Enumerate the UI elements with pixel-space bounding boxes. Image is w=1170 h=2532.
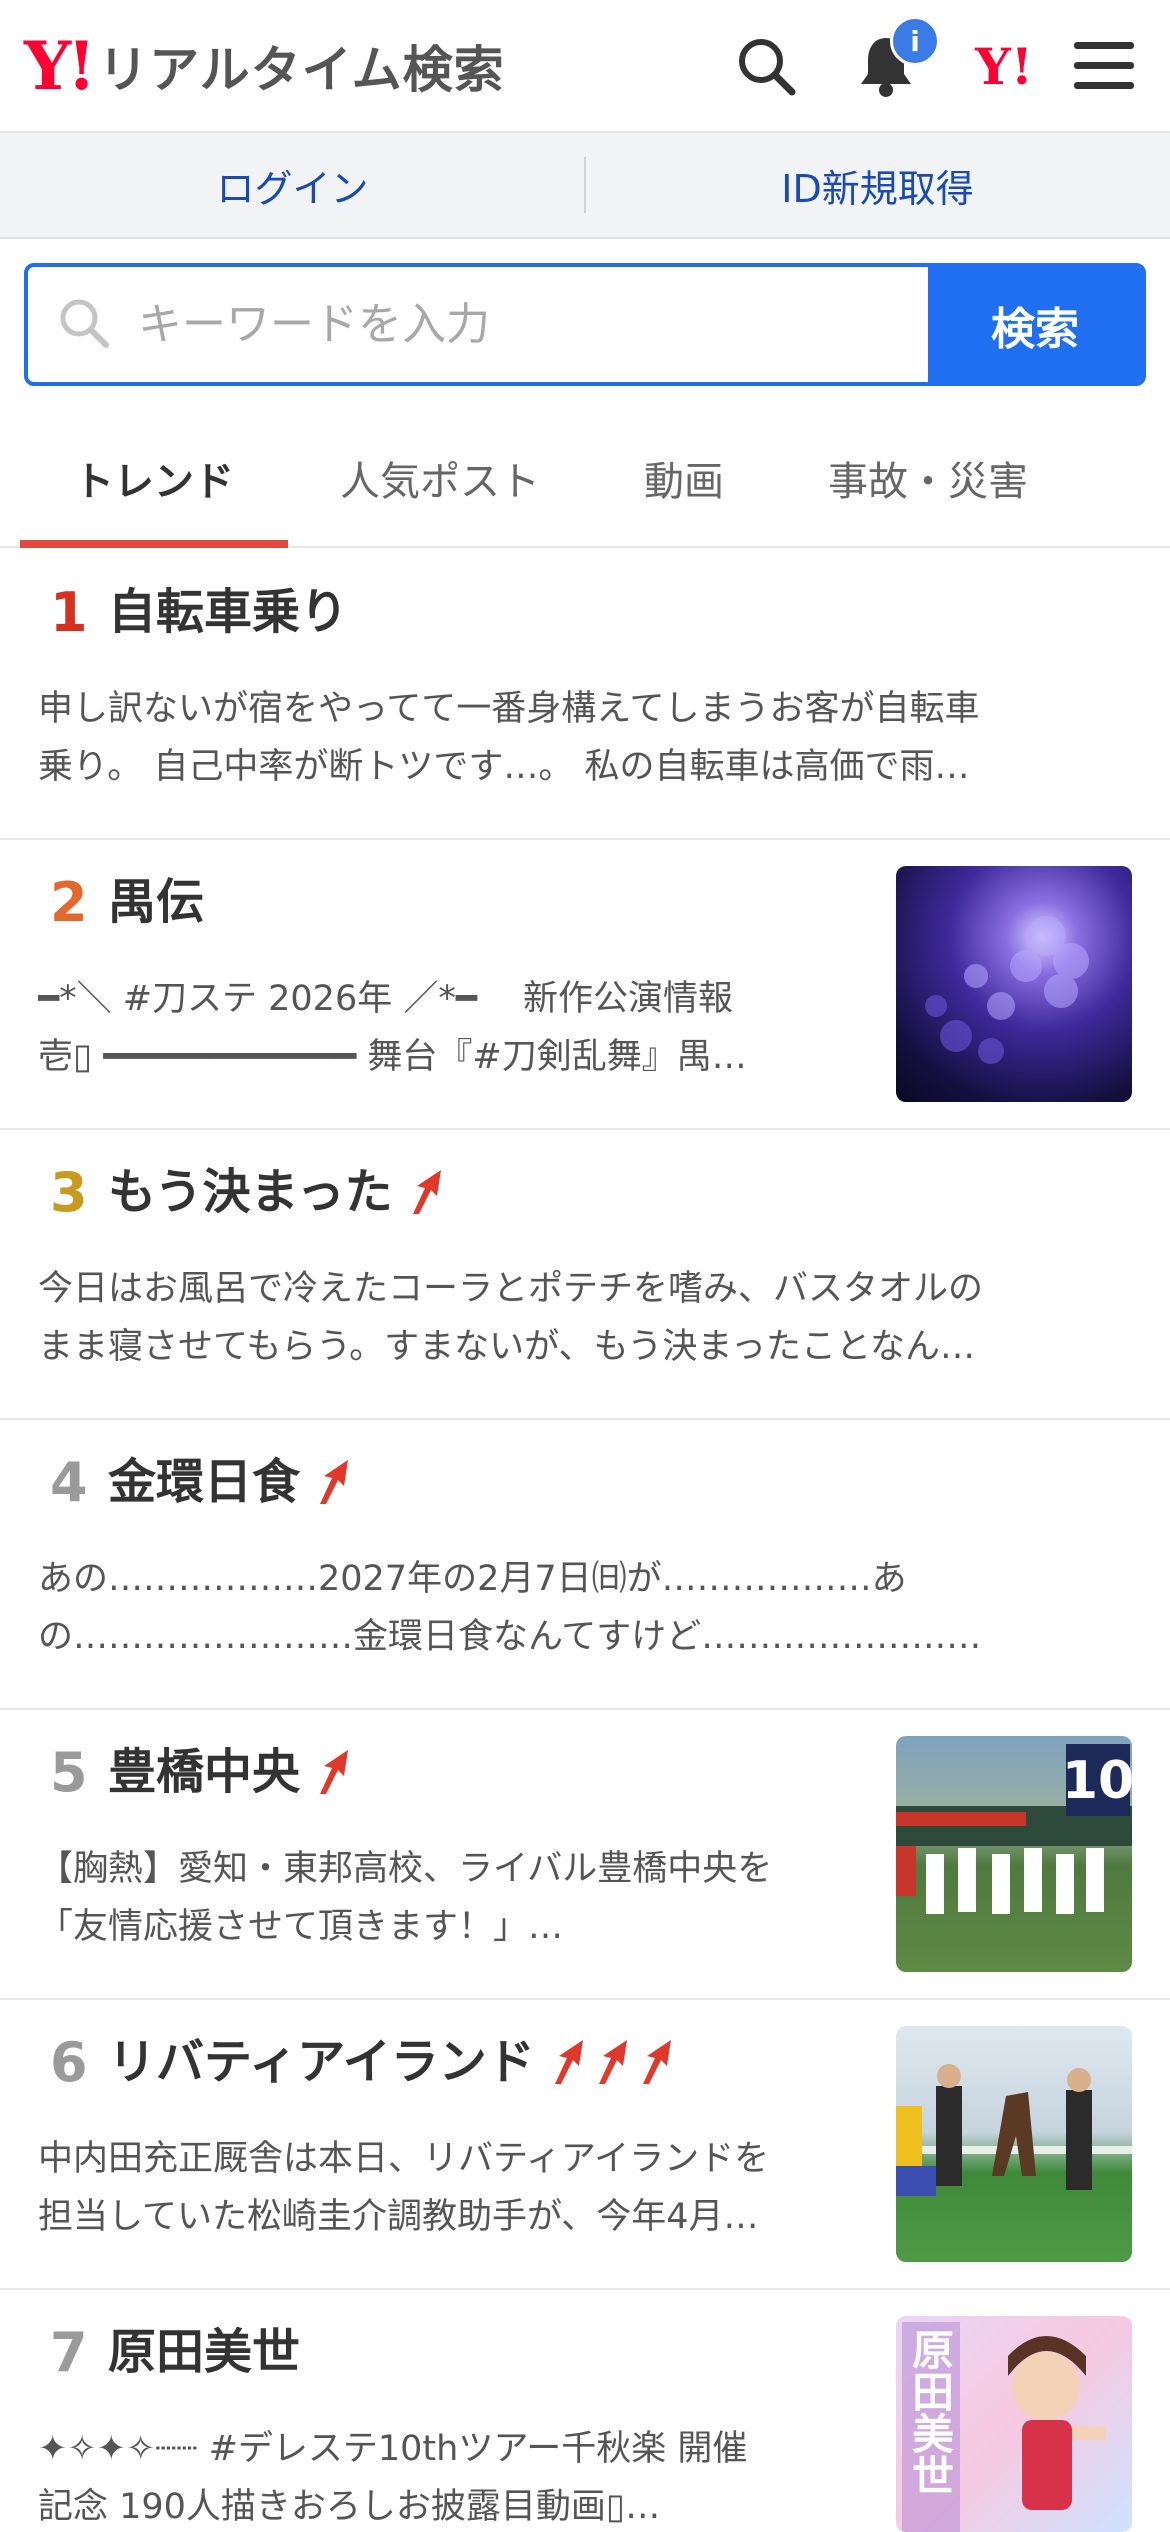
signup-link[interactable]: ID新規取得 [585, 133, 1170, 237]
snippet-line: 中内田充正厩舎は本日、リバティアイランドを [38, 2139, 770, 2179]
trend-rising-indicator [405, 1168, 449, 1216]
trend-snippet: ━*＼ #刀ステ 2026年 ／*━ 新作公演情報 壱▯ ━━━━━━━━━━━… [38, 970, 868, 1086]
trend-up-arrow-icon [320, 1750, 349, 1794]
search-button[interactable]: 検索 [928, 267, 1142, 382]
trend-title: 原田美世 [108, 2328, 300, 2376]
hamburger-menu-icon[interactable] [1066, 28, 1142, 104]
yahoo-logo-mark: Y! [24, 27, 96, 105]
trend-title: もう決まった [108, 1168, 449, 1216]
rank-number: 7 [50, 2321, 88, 2384]
snippet-line: 担当していた松崎圭介調教助手が、今年4月… [38, 2197, 759, 2237]
app-header: Y! リアルタイム検索 i Y! [0, 0, 1170, 133]
trend-title-text: 自転車乗り [108, 584, 349, 640]
trend-snippet: 申し訳ないが宿をやってて一番身構えてしまうお客が自転車 乗り。 自己中率が断トツ… [38, 680, 1138, 796]
trend-up-arrow-icon [320, 1460, 349, 1504]
yj-mark: Y! [975, 36, 1033, 96]
trend-item[interactable]: 2 禺伝 ━*＼ #刀ステ 2026年 ／*━ 新作公演情報 壱▯ ━━━━━━… [0, 840, 1170, 1130]
trend-item[interactable]: 5 豊橋中央 【胸熱】愛知・東邦高校、ライバル豊橋中央を 「友情応援させて頂きま… [0, 1710, 1170, 2000]
tab-accidents-disasters[interactable]: 事故・災害 [800, 410, 1056, 546]
snippet-line: あの………………2027年の2月7日㈰が………………あ [38, 1559, 907, 1599]
trend-up-arrow-icon [598, 2040, 627, 2084]
search-form: 検索 [24, 263, 1146, 386]
trend-thumbnail[interactable]: 原田美世 [896, 2316, 1132, 2532]
search-field-wrapper[interactable] [28, 267, 928, 382]
trend-up-arrow-icon [554, 2040, 583, 2084]
snippet-line: まま寝させてもらう。すまないが、もう決まったことなん… [38, 1327, 975, 1367]
trend-rising-indicator [312, 1458, 356, 1506]
tab-trend[interactable]: トレンド [20, 410, 288, 548]
yahoo-realtime-logo[interactable]: Y! リアルタイム検索 [24, 26, 505, 106]
snippet-line: ━*＼ #刀ステ 2026年 ／*━ 新作公演情報 [38, 979, 734, 1019]
rank-number: 5 [50, 1741, 88, 1804]
account-bar: ログイン ID新規取得 [0, 133, 1170, 239]
account-divider [584, 157, 586, 213]
snippet-line: 乗り。 自己中率が断トツです…。 私の自転車は高価で雨… [38, 747, 970, 787]
thumb-card-name: 原田美世 [906, 2328, 955, 2496]
logo-title: リアルタイム検索 [98, 41, 505, 99]
trend-snippet: あの………………2027年の2月7日㈰が………………あ の……………………金環日… [38, 1550, 1138, 1666]
trend-snippet: 中内田充正厩舎は本日、リバティアイランドを 担当していた松崎圭介調教助手が、今年… [38, 2130, 868, 2246]
trend-up-arrow-icon [642, 2040, 671, 2084]
trend-title-text: 原田美世 [108, 2324, 301, 2380]
rank-number: 1 [50, 581, 88, 644]
yahoo-japan-icon[interactable]: Y! [966, 28, 1042, 104]
snippet-line: 申し訳ないが宿をやってて一番身構えてしまうお客が自転車 [38, 689, 980, 729]
trend-snippet: ✦✧✦✧┈┈ #デレステ10thツアー千秋楽 開催 記念 190人描きおろしお披… [38, 2420, 868, 2532]
trend-title: 禺伝 [108, 878, 204, 926]
snippet-line: ✦✧✦✧┈┈ #デレステ10thツアー千秋楽 開催 [38, 2429, 748, 2469]
search-input[interactable] [138, 299, 838, 350]
trend-title: 豊橋中央 [108, 1748, 356, 1796]
trend-thumbnail[interactable] [896, 866, 1132, 1102]
trend-title-text: もう決まった [108, 1164, 393, 1220]
rank-number: 4 [50, 1451, 88, 1514]
trend-rising-indicator [312, 1748, 356, 1796]
trend-item[interactable]: 1 自転車乗り 申し訳ないが宿をやってて一番身構えてしまうお客が自転車 乗り。 … [0, 550, 1170, 840]
trend-up-arrow-icon [412, 1170, 441, 1214]
trend-snippet: 【胸熱】愛知・東邦高校、ライバル豊橋中央を 「友情応援させて頂きます！」… [38, 1840, 868, 1956]
snippet-line: 今日はお風呂で冷えたコーラとポテチを嗜み、バスタオルの [38, 1269, 984, 1309]
tab-videos[interactable]: 動画 [612, 410, 756, 546]
snippet-line: 【胸熱】愛知・東邦高校、ライバル豊橋中央を [38, 1849, 773, 1889]
snippet-line: 壱▯ ━━━━━━━━━━━━ 舞台『#刀剣乱舞』禺… [38, 1037, 747, 1077]
snippet-line: 記念 190人描きおろしお披露目動画▯… [38, 2487, 661, 2527]
trend-snippet: 今日はお風呂で冷えたコーラとポテチを嗜み、バスタオルの まま寝させてもらう。すま… [38, 1260, 1138, 1376]
trend-title: 金環日食 [108, 1458, 356, 1506]
trend-rising-indicator [547, 2038, 679, 2086]
rank-number: 3 [50, 1161, 88, 1224]
trend-title-text: リバティアイランド [108, 2034, 535, 2090]
tab-popular-posts[interactable]: 人気ポスト [318, 410, 562, 546]
notification-badge: i [890, 16, 940, 66]
trend-thumbnail[interactable]: 10 [896, 1736, 1132, 1972]
trend-title: リバティアイランド [108, 2038, 679, 2086]
search-icon[interactable] [728, 28, 804, 104]
thumb-scoreboard-number: 10 [1062, 1751, 1132, 1811]
login-link[interactable]: ログイン [0, 133, 585, 237]
trend-item[interactable]: 7 原田美世 ✦✧✦✧┈┈ #デレステ10thツアー千秋楽 開催 記念 190人… [0, 2290, 1170, 2532]
trend-item[interactable]: 4 金環日食 あの………………2027年の2月7日㈰が………………あ の…………… [0, 1420, 1170, 1710]
trend-title-text: 禺伝 [108, 874, 205, 930]
rank-number: 6 [50, 2031, 88, 2094]
trend-title-text: 金環日食 [108, 1454, 301, 1510]
search-field-icon [56, 295, 112, 355]
trend-item[interactable]: 6 リバティアイランド 中内田充正厩舎は本日、リバティアイランドを 担当していた… [0, 2000, 1170, 2290]
snippet-line: の……………………金環日食なんてすけど…………………… [38, 1617, 982, 1657]
snippet-line: 「友情応援させて頂きます！」… [38, 1907, 564, 1947]
rank-number: 2 [50, 871, 88, 934]
trend-title: 自転車乗り [108, 588, 348, 636]
trend-item[interactable]: 3 もう決まった 今日はお風呂で冷えたコーラとポテチを嗜み、バスタオルの まま寝… [0, 1130, 1170, 1420]
category-tabs: トレンド 人気ポスト 動画 事故・災害 [0, 410, 1170, 548]
trend-thumbnail[interactable] [896, 2026, 1132, 2262]
trend-title-text: 豊橋中央 [108, 1744, 301, 1800]
